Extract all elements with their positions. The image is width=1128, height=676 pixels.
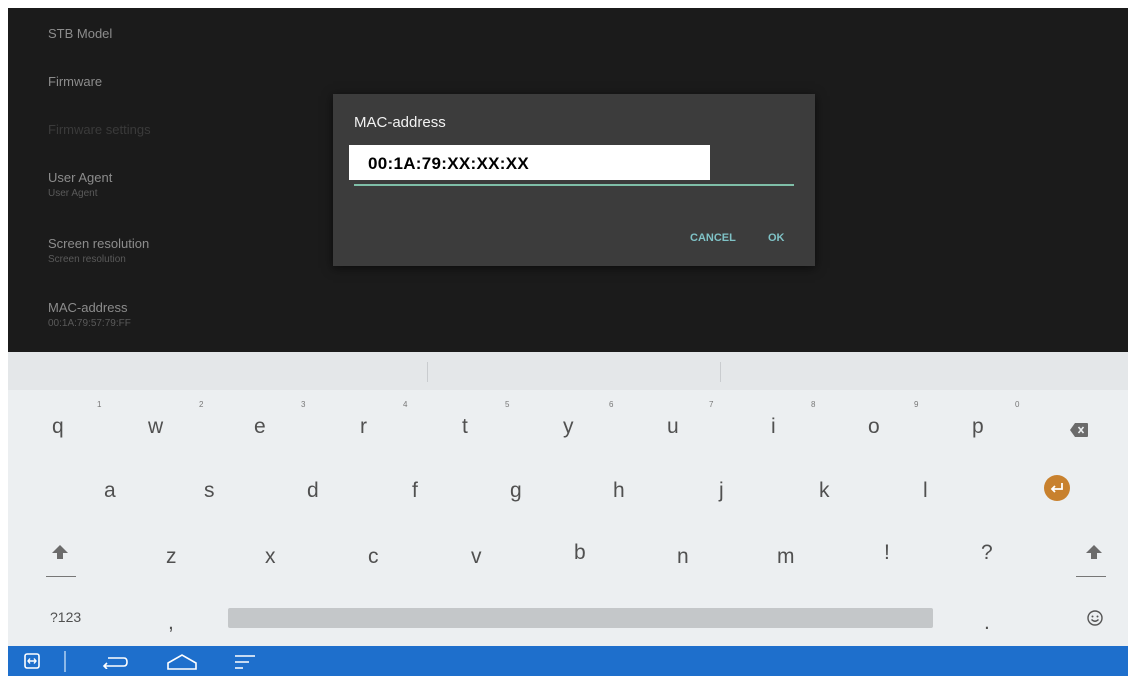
- recents-icon[interactable]: [234, 654, 256, 675]
- key-i[interactable]: i: [771, 416, 776, 437]
- key-hint: 9: [914, 400, 919, 409]
- key-hint: 4: [403, 400, 408, 409]
- key-u[interactable]: u: [667, 416, 679, 437]
- key-w[interactable]: w: [148, 416, 163, 437]
- key-hint: 7: [709, 400, 714, 409]
- setting-mac-address[interactable]: MAC-address 00:1A:79:57:79:FF: [48, 300, 131, 329]
- key-hint: 0: [1015, 400, 1020, 409]
- key-m[interactable]: m: [777, 546, 795, 567]
- key-y[interactable]: y: [563, 416, 574, 437]
- setting-title: Firmware settings: [48, 122, 151, 137]
- mac-address-dialog: MAC-address 00:1A:79:XX:XX:XX CANCEL OK: [333, 94, 815, 266]
- suggestion-bar: [8, 352, 1128, 390]
- key-t[interactable]: t: [462, 416, 468, 437]
- key-g[interactable]: g: [510, 480, 522, 501]
- key-l[interactable]: l: [923, 480, 928, 501]
- key-b[interactable]: b: [574, 542, 586, 563]
- key-x[interactable]: x: [265, 546, 276, 567]
- shift-divider: [46, 576, 76, 577]
- key-k[interactable]: k: [819, 480, 830, 501]
- key-n[interactable]: n: [677, 546, 689, 567]
- setting-title: Screen resolution: [48, 236, 150, 251]
- cancel-button[interactable]: CANCEL: [690, 232, 736, 244]
- on-screen-keyboard: q 1 w 2 e 3 r 4 t 5 y 6 u 7 i 8 o 9 p 0 …: [8, 352, 1128, 646]
- key-hint: 8: [811, 400, 816, 409]
- key-v[interactable]: v: [471, 546, 482, 567]
- navigation-bar: [8, 646, 1128, 676]
- key-r[interactable]: r: [360, 416, 367, 437]
- setting-user-agent[interactable]: User Agent User Agent: [48, 170, 112, 199]
- key-p[interactable]: p: [972, 416, 984, 437]
- setting-title: Firmware: [48, 74, 103, 89]
- key-exclamation[interactable]: !: [884, 542, 890, 563]
- setting-subtitle: 00:1A:79:57:79:FF: [48, 318, 131, 329]
- setting-screen-resolution[interactable]: Screen resolution Screen resolution: [48, 236, 149, 265]
- backspace-icon[interactable]: [1070, 420, 1088, 441]
- setting-title: STB Model: [48, 26, 113, 41]
- shift-divider: [1076, 576, 1106, 577]
- key-hint: 3: [301, 400, 306, 409]
- key-hint: 5: [505, 400, 510, 409]
- setting-subtitle: User Agent: [48, 188, 98, 199]
- key-hint: 1: [97, 400, 102, 409]
- space-bar[interactable]: [228, 608, 933, 628]
- home-icon[interactable]: [166, 654, 198, 675]
- symbols-key[interactable]: ?123: [50, 610, 81, 624]
- key-s[interactable]: s: [204, 480, 215, 501]
- shift-left-icon[interactable]: [52, 542, 68, 563]
- key-hint: 2: [199, 400, 204, 409]
- mac-address-input-value: 00:1A:79:XX:XX:XX: [368, 154, 529, 173]
- key-hint: 6: [609, 400, 614, 409]
- shift-right-icon[interactable]: [1086, 542, 1102, 563]
- key-h[interactable]: h: [613, 480, 625, 501]
- emoji-icon[interactable]: [1087, 609, 1103, 630]
- setting-subtitle: Screen resolution: [48, 254, 126, 265]
- setting-firmware[interactable]: Firmware: [48, 74, 102, 89]
- key-j[interactable]: j: [719, 480, 724, 501]
- back-icon[interactable]: [102, 655, 128, 674]
- key-e[interactable]: e: [254, 416, 266, 437]
- input-underline: [354, 184, 794, 186]
- setting-stb-model[interactable]: STB Model: [48, 26, 112, 41]
- key-a[interactable]: a: [104, 480, 116, 501]
- key-c[interactable]: c: [368, 546, 379, 567]
- key-question[interactable]: ?: [981, 542, 993, 563]
- suggestion-divider: [720, 362, 721, 382]
- key-z[interactable]: z: [166, 546, 177, 567]
- ok-button[interactable]: OK: [768, 232, 785, 244]
- dialog-title: MAC-address: [354, 114, 446, 131]
- key-d[interactable]: d: [307, 480, 319, 501]
- key-q[interactable]: q: [52, 416, 64, 437]
- navbar-separator: [64, 651, 66, 672]
- switch-keyboard-icon[interactable]: [24, 653, 40, 674]
- setting-firmware-settings: Firmware settings: [48, 122, 151, 137]
- setting-title: User Agent: [48, 170, 113, 185]
- key-f[interactable]: f: [412, 480, 418, 501]
- enter-icon[interactable]: [1044, 475, 1070, 505]
- key-o[interactable]: o: [868, 416, 880, 437]
- suggestion-divider: [427, 362, 428, 382]
- key-period[interactable]: .: [984, 612, 990, 633]
- key-comma[interactable]: ,: [168, 612, 174, 633]
- setting-title: MAC-address: [48, 300, 128, 315]
